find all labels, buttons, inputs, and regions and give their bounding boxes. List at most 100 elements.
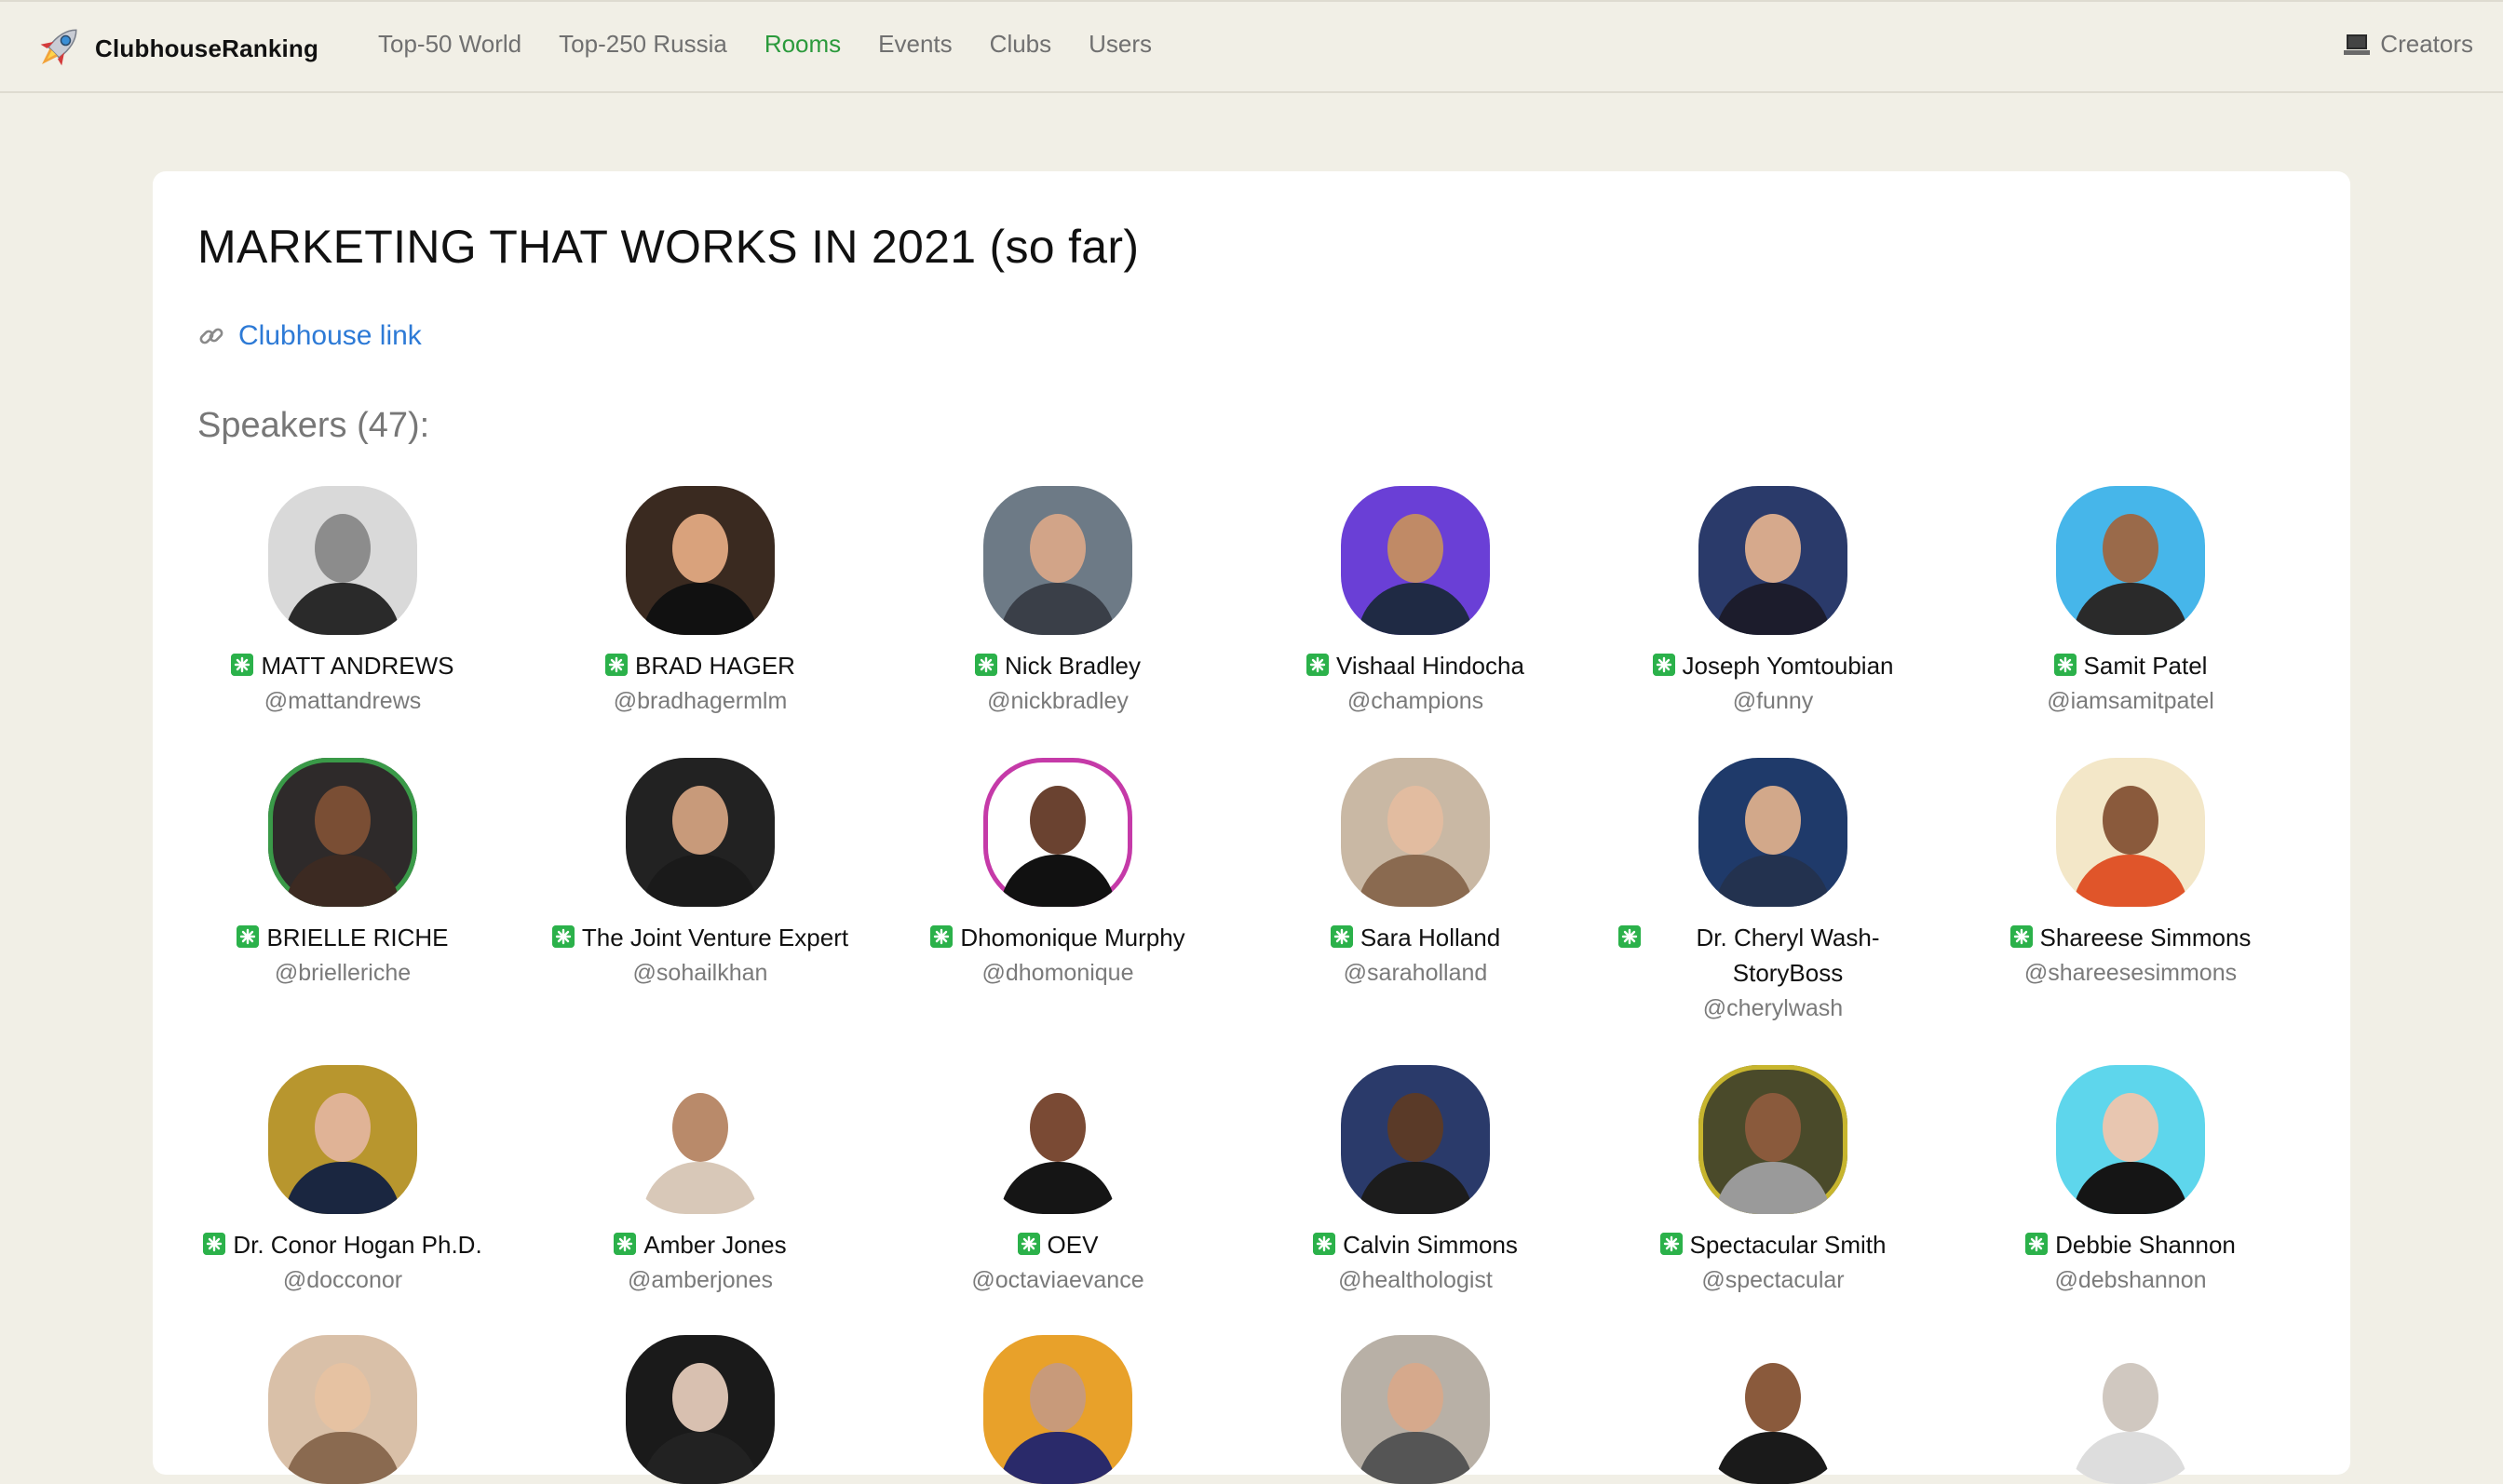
speaker-card[interactable]: Joseph Yomtoubian @funny — [1605, 486, 1941, 719]
speaker-avatar[interactable] — [268, 758, 417, 907]
clubhouse-badge-icon — [930, 925, 954, 948]
speaker-card[interactable]: Shareese Simmons @shareesesimmons — [1963, 758, 2298, 991]
speaker-card[interactable]: Dr. Conor Hogan Ph.D. @docconor — [175, 1065, 510, 1298]
speaker-name: BRAD HAGER — [533, 648, 868, 683]
speaker-avatar[interactable] — [2056, 1335, 2205, 1484]
clubhouse-link[interactable]: Clubhouse link — [238, 320, 422, 352]
creators-link[interactable]: Creators — [2343, 30, 2473, 59]
speaker-avatar[interactable] — [626, 486, 775, 635]
speaker-avatar[interactable] — [626, 1065, 775, 1214]
speaker-avatar[interactable] — [268, 1335, 417, 1484]
laptop-icon — [2344, 34, 2371, 55]
speaker-name-text: Dhomonique Murphy — [960, 924, 1185, 951]
speaker-card[interactable]: Samit Patel @iamsamitpatel — [1963, 486, 2298, 719]
speaker-avatar[interactable] — [2056, 758, 2205, 907]
speaker-avatar[interactable] — [1698, 1065, 1847, 1214]
nav-top-250-russia[interactable]: Top-250 Russia — [559, 30, 727, 59]
speaker-avatar[interactable] — [2056, 486, 2205, 635]
speaker-name-text: Spectacular Smith — [1689, 1231, 1887, 1259]
speaker-name: Sara Holland — [1248, 920, 1583, 955]
brand-name: ClubhouseRanking — [95, 34, 319, 62]
speaker-card[interactable]: Dr. Cheryl Wash-StoryBoss @cherylwash — [1605, 758, 1941, 1026]
clubhouse-badge-icon — [605, 654, 629, 676]
speaker-name: Vishaal Hindocha — [1248, 648, 1583, 683]
speaker-name-text: Samit Patel — [2083, 652, 2208, 680]
speaker-card[interactable]: OEV @octaviaevance — [890, 1065, 1225, 1298]
brand[interactable]: ClubhouseRanking — [28, 20, 318, 76]
speaker-avatar[interactable] — [1341, 1065, 1490, 1214]
speaker-name-text: Joseph Yomtoubian — [1682, 652, 1894, 680]
speaker-avatar[interactable] — [626, 758, 775, 907]
speaker-avatar[interactable] — [983, 1065, 1132, 1214]
speaker-card[interactable]: Vishaal Hindocha @champions — [1248, 486, 1583, 719]
speaker-name-text: Amber Jones — [643, 1231, 787, 1259]
speaker-avatar[interactable] — [268, 1065, 417, 1214]
speaker-handle: @brielleriche — [274, 960, 412, 986]
speaker-name-text: Debbie Shannon — [2055, 1231, 2236, 1259]
speaker-card[interactable] — [533, 1335, 868, 1484]
main-nav: Top-50 World Top-250 Russia Rooms Events… — [378, 30, 1152, 59]
speaker-handle: @cherylwash — [1702, 995, 1844, 1021]
speaker-handle: @sohailkhan — [632, 960, 768, 986]
speaker-name: Nick Bradley — [890, 648, 1225, 683]
nav-rooms[interactable]: Rooms — [764, 30, 841, 59]
speaker-name-text: OEV — [1047, 1231, 1099, 1259]
clubhouse-badge-icon — [231, 654, 254, 676]
speaker-handle: @bradhagermlm — [613, 688, 788, 714]
speaker-avatar[interactable] — [1341, 486, 1490, 635]
speaker-card[interactable] — [1605, 1335, 1941, 1484]
speaker-card[interactable]: BRIELLE RICHE @brielleriche — [175, 758, 510, 991]
speaker-name-text: Sara Holland — [1360, 924, 1501, 951]
speaker-avatar[interactable] — [1341, 1335, 1490, 1484]
speaker-name: Joseph Yomtoubian — [1605, 648, 1941, 683]
clubhouse-link-row: Clubhouse link — [197, 320, 422, 352]
speaker-avatar[interactable] — [1698, 758, 1847, 907]
speaker-card[interactable]: Dhomonique Murphy @dhomonique — [890, 758, 1225, 991]
speaker-card[interactable]: The Joint Venture Expert @sohailkhan — [533, 758, 868, 991]
speaker-avatar[interactable] — [1341, 758, 1490, 907]
speaker-card[interactable]: Sara Holland @saraholland — [1248, 758, 1583, 991]
speaker-card[interactable] — [1963, 1335, 2298, 1484]
speaker-avatar[interactable] — [983, 1335, 1132, 1484]
speaker-handle: @octaviaevance — [971, 1267, 1144, 1293]
speaker-card[interactable]: Amber Jones @amberjones — [533, 1065, 868, 1298]
speaker-name: OEV — [890, 1227, 1225, 1262]
clubhouse-badge-icon — [203, 1233, 226, 1255]
speaker-handle: @funny — [1732, 688, 1814, 714]
clubhouse-badge-icon — [975, 654, 998, 676]
nav-events[interactable]: Events — [878, 30, 953, 59]
speaker-card[interactable]: Debbie Shannon @debshannon — [1963, 1065, 2298, 1298]
speaker-avatar[interactable] — [1698, 1335, 1847, 1484]
speaker-name: Debbie Shannon — [1963, 1227, 2298, 1262]
speaker-avatar[interactable] — [1698, 486, 1847, 635]
clubhouse-badge-icon — [2025, 1233, 2049, 1255]
speaker-card[interactable]: MATT ANDREWS @mattandrews — [175, 486, 510, 719]
speaker-avatar[interactable] — [2056, 1065, 2205, 1214]
clubhouse-badge-icon — [2053, 654, 2077, 676]
speaker-handle: @dhomonique — [981, 960, 1134, 986]
clubhouse-badge-icon — [1659, 1233, 1683, 1255]
speaker-handle: @saraholland — [1343, 960, 1488, 986]
speaker-avatar[interactable] — [983, 486, 1132, 635]
speaker-avatar[interactable] — [983, 758, 1132, 907]
speaker-card[interactable] — [1248, 1335, 1583, 1484]
room-card: MARKETING THAT WORKS IN 2021 (so far) Cl… — [153, 171, 2350, 1484]
clubhouse-badge-icon — [551, 925, 575, 948]
speaker-name-text: MATT ANDREWS — [261, 652, 454, 680]
speaker-avatar[interactable] — [268, 486, 417, 635]
speaker-name: Spectacular Smith — [1605, 1227, 1941, 1262]
speaker-avatar[interactable] — [626, 1335, 775, 1484]
clubhouse-badge-icon — [1618, 925, 1641, 948]
nav-clubs[interactable]: Clubs — [990, 30, 1051, 59]
clubhouse-badge-icon — [614, 1233, 637, 1255]
nav-users[interactable]: Users — [1089, 30, 1152, 59]
speaker-card[interactable] — [890, 1335, 1225, 1484]
speaker-card[interactable]: BRAD HAGER @bradhagermlm — [533, 486, 868, 719]
speaker-name: BRIELLE RICHE — [175, 920, 510, 955]
nav-top-50-world[interactable]: Top-50 World — [378, 30, 521, 59]
speaker-card[interactable]: Calvin Simmons @healthologist — [1248, 1065, 1583, 1298]
speaker-card[interactable] — [175, 1335, 510, 1484]
speaker-card[interactable]: Nick Bradley @nickbradley — [890, 486, 1225, 719]
speaker-card[interactable]: Spectacular Smith @spectacular — [1605, 1065, 1941, 1298]
creators-label: Creators — [2380, 30, 2473, 58]
